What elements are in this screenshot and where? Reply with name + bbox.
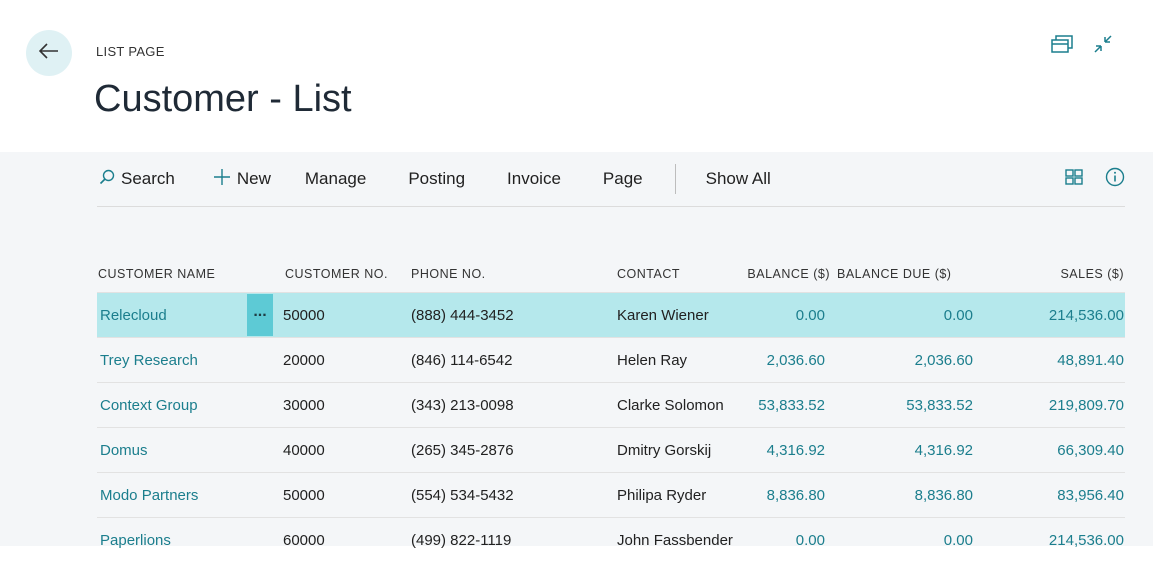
posting-label: Posting bbox=[408, 169, 465, 189]
back-button[interactable] bbox=[26, 30, 72, 76]
search-button[interactable]: Search bbox=[99, 169, 175, 190]
row-menu-cell bbox=[247, 338, 275, 383]
phone-no-cell: (846) 114-6542 bbox=[399, 338, 609, 383]
row-actions-button[interactable]: ... bbox=[247, 294, 273, 336]
contact-cell: Helen Ray bbox=[609, 338, 721, 383]
column-header-customer-no[interactable]: CUSTOMER NO. bbox=[275, 256, 399, 293]
column-header-contact[interactable]: CONTACT bbox=[609, 256, 721, 293]
balance-due-cell[interactable]: 8,836.80 bbox=[831, 473, 979, 518]
page-menu[interactable]: Page bbox=[603, 169, 643, 189]
balance-due-cell[interactable]: 4,316.92 bbox=[831, 428, 979, 473]
show-all-label: Show All bbox=[706, 169, 771, 189]
table-row[interactable]: Modo Partners 50000 (554) 534-5432 Phili… bbox=[97, 473, 1125, 518]
phone-no-cell: (499) 822-1119 bbox=[399, 518, 609, 562]
column-header-customer-name[interactable]: CUSTOMER NAME bbox=[97, 256, 247, 293]
contact-cell: John Fassbender bbox=[609, 518, 721, 562]
balance-cell[interactable]: 53,833.52 bbox=[721, 383, 831, 428]
sales-cell[interactable]: 214,536.00 bbox=[979, 293, 1125, 338]
search-icon bbox=[99, 169, 115, 190]
table-header-row: CUSTOMER NAME CUSTOMER NO. PHONE NO. CON… bbox=[97, 256, 1125, 293]
customer-name-cell[interactable]: Domus bbox=[97, 428, 247, 473]
column-header-sales[interactable]: SALES ($) bbox=[979, 256, 1125, 293]
row-menu-cell: ... bbox=[247, 293, 275, 338]
contact-cell: Clarke Solomon bbox=[609, 383, 721, 428]
new-button[interactable]: New bbox=[213, 168, 271, 191]
sales-cell[interactable]: 219,809.70 bbox=[979, 383, 1125, 428]
balance-due-cell[interactable]: 53,833.52 bbox=[831, 383, 979, 428]
customer-no-cell: 30000 bbox=[275, 383, 399, 428]
balance-cell[interactable]: 0.00 bbox=[721, 518, 831, 562]
contact-cell: Philipa Ryder bbox=[609, 473, 721, 518]
customer-no-cell: 50000 bbox=[275, 473, 399, 518]
customer-name-cell[interactable]: Trey Research bbox=[97, 338, 247, 383]
customer-no-cell: 60000 bbox=[275, 518, 399, 562]
action-separator bbox=[675, 164, 676, 194]
sales-cell[interactable]: 66,309.40 bbox=[979, 428, 1125, 473]
row-menu-cell bbox=[247, 518, 275, 562]
row-menu-cell bbox=[247, 473, 275, 518]
phone-no-cell: (554) 534-5432 bbox=[399, 473, 609, 518]
table-row[interactable]: Paperlions 60000 (499) 822-1119 John Fas… bbox=[97, 518, 1125, 562]
customer-name-cell[interactable]: Paperlions bbox=[97, 518, 247, 562]
balance-cell[interactable]: 2,036.60 bbox=[721, 338, 831, 383]
window-controls bbox=[1051, 34, 1113, 54]
phone-no-cell: (265) 345-2876 bbox=[399, 428, 609, 473]
page-title: Customer - List bbox=[94, 78, 352, 121]
balance-cell[interactable]: 0.00 bbox=[721, 293, 831, 338]
page-label: Page bbox=[603, 169, 643, 189]
invoice-menu[interactable]: Invoice bbox=[507, 169, 561, 189]
open-in-new-window-icon[interactable] bbox=[1051, 34, 1073, 54]
page-content: Search New Manage Posting Invoice Page S… bbox=[0, 152, 1153, 546]
table-row[interactable]: Relecloud ... 50000 (888) 444-3452 Karen… bbox=[97, 293, 1125, 338]
info-icon[interactable] bbox=[1105, 167, 1125, 192]
search-label: Search bbox=[121, 169, 175, 189]
balance-due-cell[interactable]: 0.00 bbox=[831, 293, 979, 338]
sales-cell[interactable]: 214,536.00 bbox=[979, 518, 1125, 562]
row-menu-cell bbox=[247, 428, 275, 473]
action-bar-right bbox=[1065, 167, 1125, 192]
action-bar: Search New Manage Posting Invoice Page S… bbox=[97, 152, 1125, 207]
show-all-button[interactable]: Show All bbox=[706, 169, 771, 189]
customer-no-cell: 20000 bbox=[275, 338, 399, 383]
customer-name-cell[interactable]: Context Group bbox=[97, 383, 247, 428]
customer-no-cell: 40000 bbox=[275, 428, 399, 473]
plus-icon bbox=[213, 168, 231, 191]
row-menu-cell bbox=[247, 383, 275, 428]
balance-due-cell[interactable]: 0.00 bbox=[831, 518, 979, 562]
table-row[interactable]: Context Group 30000 (343) 213-0098 Clark… bbox=[97, 383, 1125, 428]
manage-menu[interactable]: Manage bbox=[305, 169, 366, 189]
posting-menu[interactable]: Posting bbox=[408, 169, 465, 189]
table-row[interactable]: Trey Research 20000 (846) 114-6542 Helen… bbox=[97, 338, 1125, 383]
customer-table: CUSTOMER NAME CUSTOMER NO. PHONE NO. CON… bbox=[97, 256, 1125, 562]
customer-no-cell: 50000 bbox=[275, 293, 399, 338]
column-header-spacer bbox=[247, 256, 275, 293]
invoice-label: Invoice bbox=[507, 169, 561, 189]
contact-cell: Karen Wiener bbox=[609, 293, 721, 338]
column-header-balance-due[interactable]: BALANCE DUE ($) bbox=[831, 256, 979, 293]
manage-label: Manage bbox=[305, 169, 366, 189]
column-header-phone-no[interactable]: PHONE NO. bbox=[399, 256, 609, 293]
balance-due-cell[interactable]: 2,036.60 bbox=[831, 338, 979, 383]
grid-view-icon[interactable] bbox=[1065, 168, 1083, 191]
page-kicker: LIST PAGE bbox=[96, 44, 165, 59]
page-header: LIST PAGE Customer - List bbox=[0, 0, 1153, 152]
phone-no-cell: (888) 444-3452 bbox=[399, 293, 609, 338]
sales-cell[interactable]: 83,956.40 bbox=[979, 473, 1125, 518]
customer-name-cell[interactable]: Relecloud bbox=[97, 293, 247, 338]
collapse-icon[interactable] bbox=[1093, 34, 1113, 54]
table-row[interactable]: Domus 40000 (265) 345-2876 Dmitry Gorski… bbox=[97, 428, 1125, 473]
balance-cell[interactable]: 8,836.80 bbox=[721, 473, 831, 518]
balance-cell[interactable]: 4,316.92 bbox=[721, 428, 831, 473]
sales-cell[interactable]: 48,891.40 bbox=[979, 338, 1125, 383]
column-header-balance[interactable]: BALANCE ($) bbox=[721, 256, 831, 293]
back-arrow-icon bbox=[39, 43, 59, 64]
contact-cell: Dmitry Gorskij bbox=[609, 428, 721, 473]
customer-name-cell[interactable]: Modo Partners bbox=[97, 473, 247, 518]
phone-no-cell: (343) 213-0098 bbox=[399, 383, 609, 428]
new-label: New bbox=[237, 169, 271, 189]
